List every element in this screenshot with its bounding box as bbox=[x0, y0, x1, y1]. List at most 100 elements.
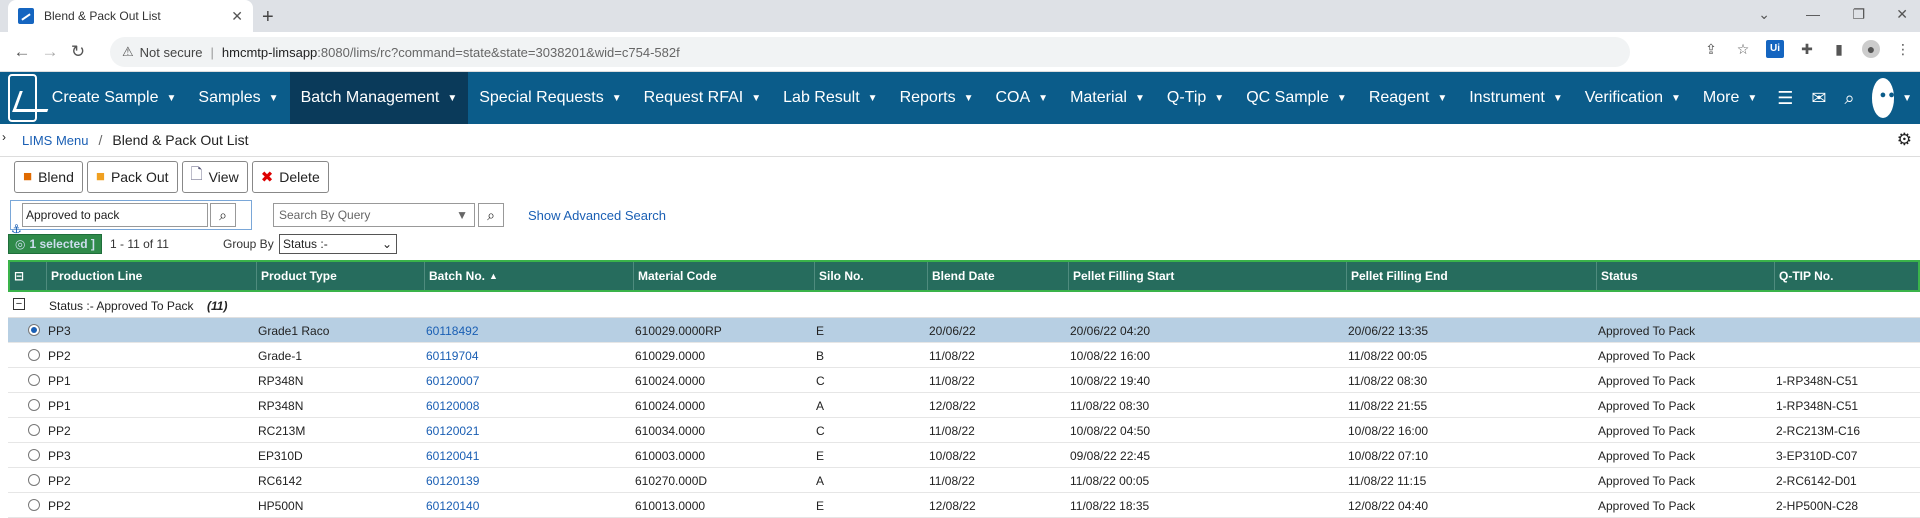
row-select-radio[interactable] bbox=[28, 399, 40, 411]
row-select-radio[interactable] bbox=[28, 449, 40, 461]
hamburger-menu-icon[interactable]: ☰ bbox=[1768, 88, 1802, 109]
col-batch-no[interactable]: Batch No. ▲ bbox=[424, 262, 633, 290]
row-select-radio[interactable] bbox=[28, 374, 40, 386]
nav-create-sample[interactable]: Create Sample ▼ bbox=[41, 72, 188, 124]
col-status[interactable]: Status bbox=[1596, 262, 1774, 290]
cell-batch-no[interactable]: 60120140 bbox=[426, 499, 479, 513]
tab-search-icon[interactable]: ⌄ bbox=[1758, 6, 1770, 23]
nav-label: Reports bbox=[899, 89, 956, 106]
cell-batch-no[interactable]: 60120008 bbox=[426, 399, 479, 413]
cell-batch-no[interactable]: 60118492 bbox=[426, 324, 479, 338]
cell-batch-no[interactable]: 60119704 bbox=[426, 349, 479, 363]
col-blend-date[interactable]: Blend Date bbox=[927, 262, 1068, 290]
nav-material[interactable]: Material ▼ bbox=[1059, 72, 1156, 124]
selected-count-badge[interactable]: ◎ 1 selected ] bbox=[8, 234, 102, 254]
cell-material-code: 610024.0000 bbox=[635, 374, 706, 388]
col-qtip-no[interactable]: Q-TIP No. bbox=[1774, 262, 1918, 290]
table-row[interactable]: PP1 RP348N 60120007 610024.0000 C 11/08/22 10/… bbox=[8, 368, 1920, 393]
col-silo-no[interactable]: Silo No. bbox=[814, 262, 927, 290]
row-select-radio[interactable] bbox=[28, 349, 40, 361]
query-select[interactable]: Search By Query ▼ bbox=[273, 203, 475, 227]
cell-batch-no[interactable]: 60120139 bbox=[426, 474, 479, 488]
cell-batch-no[interactable]: 60120007 bbox=[426, 374, 479, 388]
app-navbar: Create Sample ▼ Samples ▼ Batch Management… bbox=[0, 72, 1920, 124]
query-search-button[interactable]: ⌕ bbox=[478, 203, 504, 227]
quick-search-input[interactable]: Approved to pack bbox=[22, 203, 208, 227]
nav-batch-management[interactable]: Batch Management ▼ bbox=[289, 72, 469, 124]
table-row[interactable]: PP2 RC213M 60120021 610034.0000 C 11/08/22 10/… bbox=[8, 418, 1920, 443]
settings-gear-icon[interactable]: ⚙ bbox=[1897, 130, 1912, 150]
browser-tab[interactable]: Blend & Pack Out List ✕ bbox=[8, 0, 253, 32]
sidebar-toggle-icon[interactable]: › bbox=[2, 130, 6, 144]
profile-avatar-icon[interactable]: ● bbox=[1862, 40, 1880, 58]
nav-q-tip[interactable]: Q-Tip ▼ bbox=[1156, 72, 1235, 124]
cell-batch-no[interactable]: 60120041 bbox=[426, 449, 479, 463]
quick-search-button[interactable]: ⌕ bbox=[210, 203, 236, 227]
back-icon[interactable]: ← bbox=[8, 42, 36, 62]
reload-icon[interactable]: ↻ bbox=[64, 42, 92, 62]
row-select-radio[interactable] bbox=[28, 324, 40, 336]
selected-count-label: 1 selected ] bbox=[29, 237, 95, 251]
nav-label: Special Requests bbox=[479, 89, 604, 106]
user-avatar-robot-icon[interactable] bbox=[1871, 78, 1896, 118]
browser-menu-icon[interactable]: ⋮ bbox=[1894, 40, 1912, 58]
table-row[interactable]: PP1 RP348N 60120008 610024.0000 A 12/08/22 11/… bbox=[8, 393, 1920, 418]
breadcrumb-root-link[interactable]: LIMS Menu bbox=[22, 133, 88, 148]
group-by-select[interactable]: Status :- ⌄ bbox=[279, 234, 397, 254]
nav-verification[interactable]: Verification ▼ bbox=[1574, 72, 1692, 124]
app-logo-icon[interactable] bbox=[8, 74, 37, 122]
cell-batch-no[interactable]: 60120021 bbox=[426, 424, 479, 438]
blend-button[interactable]: ■ Blend bbox=[14, 160, 83, 193]
share-icon[interactable]: ⇪ bbox=[1702, 40, 1720, 58]
row-select-radio[interactable] bbox=[28, 499, 40, 511]
group-header-row[interactable]: − Status :- Approved To Pack (11) bbox=[8, 292, 1920, 318]
pack-out-button[interactable]: ■ Pack Out bbox=[86, 160, 178, 193]
delete-button[interactable]: ✖ Delete bbox=[251, 160, 329, 193]
nav-qc-sample[interactable]: QC Sample ▼ bbox=[1235, 72, 1358, 124]
table-row[interactable]: PP2 Grade-1 60119704 610029.0000 B 11/08/22 10… bbox=[8, 343, 1920, 368]
view-button[interactable]: 🗋 View bbox=[181, 160, 248, 193]
nav-request-rfai[interactable]: Request RFAI ▼ bbox=[633, 72, 773, 124]
url-field[interactable]: ⚠ Not secure | hmcmtp-limsapp :8080/lims… bbox=[110, 37, 1630, 67]
nav-reagent[interactable]: Reagent ▼ bbox=[1358, 72, 1458, 124]
nav-special-requests[interactable]: Special Requests ▼ bbox=[468, 72, 632, 124]
nav-instrument[interactable]: Instrument ▼ bbox=[1458, 72, 1574, 124]
col-pellet-filling-start[interactable]: Pellet Filling Start bbox=[1068, 262, 1346, 290]
nav-label: Create Sample bbox=[51, 89, 159, 106]
col-pellet-filling-end[interactable]: Pellet Filling End bbox=[1346, 262, 1596, 290]
collapse-all-icon[interactable]: ⊟ bbox=[10, 262, 40, 290]
table-row[interactable]: PP3 Grade1 Raco 60118492 610029.0000RP E 20/0… bbox=[8, 318, 1920, 343]
nav-coa[interactable]: COA ▼ bbox=[985, 72, 1060, 124]
col-material-code[interactable]: Material Code bbox=[633, 262, 814, 290]
collapse-group-icon[interactable]: − bbox=[13, 298, 25, 310]
show-advanced-search-link[interactable]: Show Advanced Search bbox=[528, 208, 666, 223]
new-tab-icon[interactable]: + bbox=[262, 6, 274, 29]
row-select-radio[interactable] bbox=[28, 424, 40, 436]
col-product-type[interactable]: Product Type bbox=[256, 262, 424, 290]
user-menu-caret-icon[interactable]: ▼ bbox=[1894, 72, 1920, 124]
batch-table: ⊟ Production Line Product Type Batch No.… bbox=[8, 260, 1920, 518]
nav-more[interactable]: More ▼ bbox=[1692, 72, 1768, 124]
uipath-extension-icon[interactable]: Ui bbox=[1766, 40, 1784, 58]
minimize-icon[interactable]: — bbox=[1806, 6, 1820, 22]
close-tab-icon[interactable]: ✕ bbox=[231, 8, 243, 25]
table-row[interactable]: PP2 HP500N 60120140 610013.0000 E 12/08/22 11/… bbox=[8, 493, 1920, 518]
close-window-icon[interactable]: ✕ bbox=[1896, 6, 1908, 23]
row-select-radio[interactable] bbox=[28, 474, 40, 486]
col-production-line[interactable]: Production Line bbox=[46, 262, 256, 290]
search-icon[interactable]: ⌕ bbox=[1835, 88, 1863, 109]
restore-icon[interactable]: ❐ bbox=[1852, 6, 1865, 23]
cell-silo-no: E bbox=[816, 449, 825, 463]
mail-icon[interactable]: ✉ bbox=[1802, 88, 1835, 109]
table-row[interactable]: PP2 RC6142 60120139 610270.000D A 11/08/22 11/… bbox=[8, 468, 1920, 493]
nav-reports[interactable]: Reports ▼ bbox=[889, 72, 985, 124]
nav-samples[interactable]: Samples ▼ bbox=[187, 72, 289, 124]
nav-label: QC Sample bbox=[1246, 89, 1329, 106]
forward-icon[interactable]: → bbox=[36, 42, 64, 62]
nav-lab-result[interactable]: Lab Result ▼ bbox=[772, 72, 888, 124]
cell-pellet-filling-start: 11/08/22 18:35 bbox=[1070, 499, 1150, 513]
extensions-puzzle-icon[interactable]: ✚ bbox=[1798, 40, 1816, 58]
side-panel-icon[interactable]: ▮ bbox=[1830, 40, 1848, 58]
table-row[interactable]: PP3 EP310D 60120041 610003.0000 E 10/08/22 09/… bbox=[8, 443, 1920, 468]
bookmark-star-icon[interactable]: ☆ bbox=[1734, 40, 1752, 58]
